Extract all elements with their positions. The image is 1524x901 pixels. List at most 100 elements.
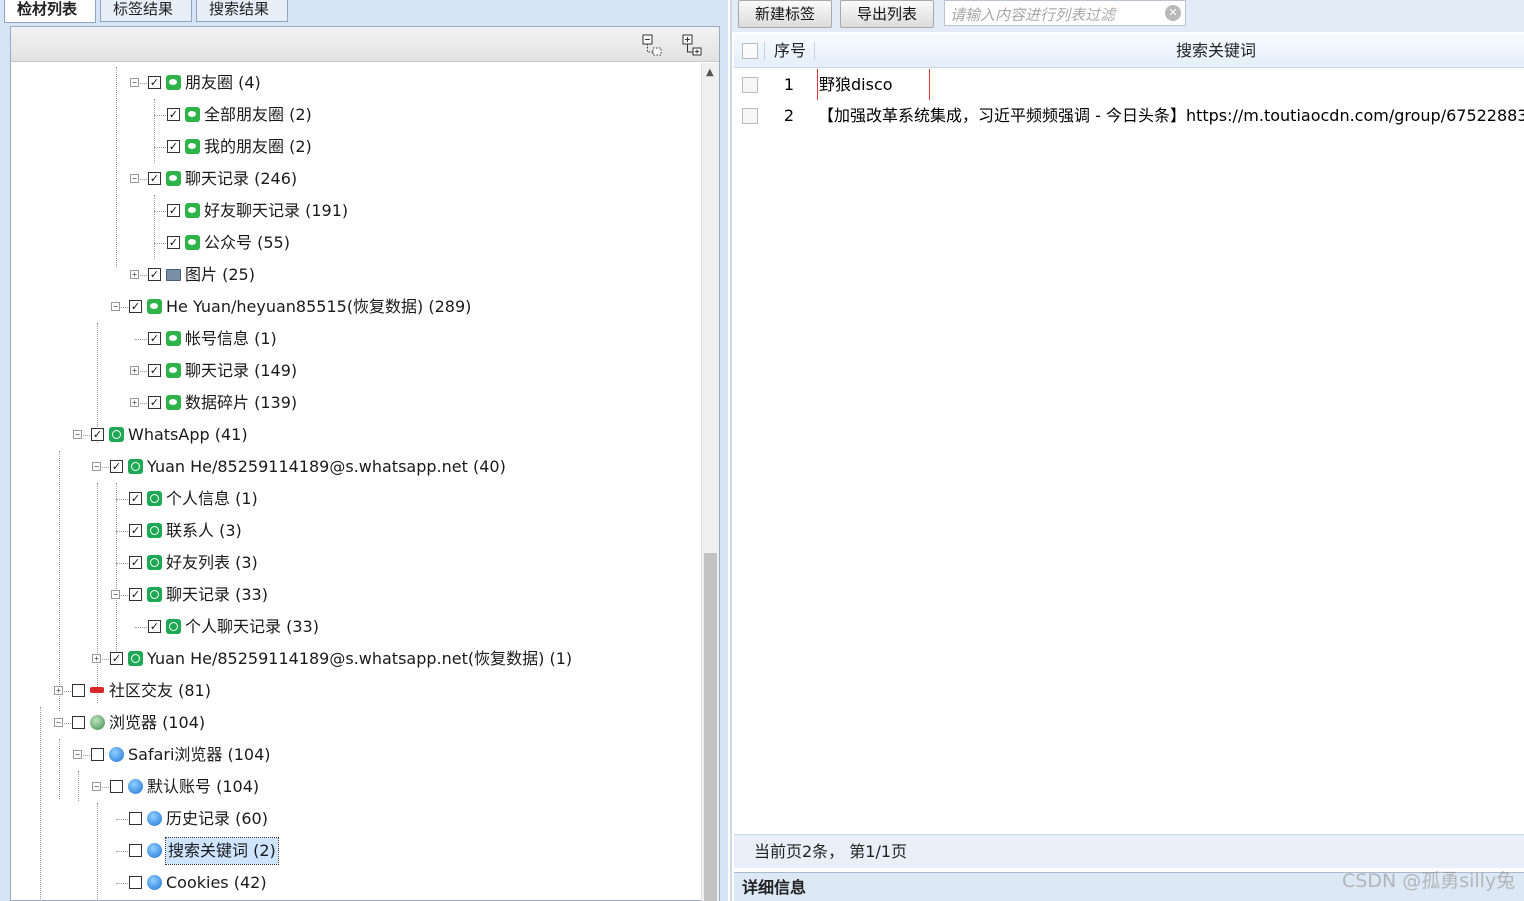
tree-node-label[interactable]: 好友列表 (3) [166,547,258,579]
tree-node[interactable]: ✓ 个人信息 (1) [11,483,691,515]
column-separator[interactable] [814,42,815,60]
collapse-node-icon[interactable]: − [111,590,120,599]
expand-node-icon[interactable]: + [130,366,139,375]
expand-all-icon[interactable] [681,33,703,57]
list-filter-input[interactable]: 请输入内容进行列表过滤 ✕ [944,0,1186,26]
tree-node-checkbox[interactable]: ✓ [148,620,161,633]
tree-node-label[interactable]: Safari浏览器 (104) [128,739,271,771]
tree-node-label[interactable]: 聊天记录 (33) [166,579,268,611]
collapse-node-icon[interactable]: − [73,750,82,759]
tree-node[interactable]: ✓ 我的朋友圈 (2) [11,131,691,163]
tree-node[interactable]: − ✓ WhatsApp (41) [11,419,691,451]
collapse-node-icon[interactable]: − [130,174,139,183]
tree-node-label[interactable]: 个人聊天记录 (33) [185,611,319,643]
row-checkbox[interactable] [742,108,758,124]
tree-node-label[interactable]: 公众号 (55) [204,227,290,259]
tree-node-checkbox[interactable]: ✓ [129,492,142,505]
tree-node[interactable]: + ✓ Yuan He/85259114189@s.whatsapp.net(恢复数… [11,643,691,675]
tree-node-checkbox[interactable]: ✓ [148,76,161,89]
tree-node-checkbox[interactable]: ✓ [148,364,161,377]
expand-node-icon[interactable]: + [130,270,139,279]
tree-node-label[interactable]: 帐号信息 (1) [185,323,277,355]
tree-node-checkbox[interactable]: ✓ [91,428,104,441]
clear-filter-icon[interactable]: ✕ [1165,5,1181,21]
tree-node[interactable]: − ✓ 聊天记录 (246) [11,163,691,195]
tree-node[interactable]: + ✓ 图片 (25) [11,259,691,291]
expand-node-icon[interactable]: + [130,398,139,407]
row-keyword[interactable]: 野狼disco [817,69,930,100]
collapse-node-icon[interactable]: − [73,430,82,439]
tab-tag-results[interactable]: 标签结果 [100,0,192,22]
tree-node-checkbox[interactable] [129,812,142,825]
table-row[interactable]: 1 野狼disco [734,69,1524,100]
tree-node-checkbox[interactable]: ✓ [167,140,180,153]
tree-node-checkbox[interactable] [72,684,85,697]
tab-evidence-list[interactable]: 检材列表 [4,0,96,23]
tree-node-checkbox[interactable]: ✓ [129,524,142,537]
tree-node-checkbox[interactable] [129,876,142,889]
tree-node-checkbox[interactable]: ✓ [110,460,123,473]
tree-node-checkbox[interactable] [72,716,85,729]
tree-node[interactable]: 搜索关键词 (2) [11,835,691,867]
tree-node-label[interactable]: 图片 (25) [185,259,255,291]
tree-node-checkbox[interactable] [91,748,104,761]
tree-node[interactable]: + ✓ 数据碎片 (139) [11,387,691,419]
tab-search-results[interactable]: 搜索结果 [196,0,288,22]
tree-node[interactable]: ✓ 帐号信息 (1) [11,323,691,355]
tree-node[interactable]: + ✓ 聊天记录 (149) [11,355,691,387]
export-list-button[interactable]: 导出列表 [840,0,934,28]
tree-node[interactable]: ✓ 公众号 (55) [11,227,691,259]
tree-node-label[interactable]: 社区交友 (81) [109,675,211,707]
tree-node[interactable]: Cookies (42) [11,867,691,899]
tree-scrollbar[interactable]: ▲ [701,63,719,901]
tree-node-checkbox[interactable]: ✓ [148,268,161,281]
expand-node-icon[interactable]: + [54,686,63,695]
tree-node[interactable]: ✓ 联系人 (3) [11,515,691,547]
tree-node-checkbox[interactable] [129,844,142,857]
tree-node-label[interactable]: 个人信息 (1) [166,483,258,515]
tree-node-label[interactable]: WhatsApp (41) [128,419,248,451]
tree-node[interactable]: ✓ 个人聊天记录 (33) [11,611,691,643]
tree-node[interactable]: ✓ 全部朋友圈 (2) [11,99,691,131]
tree-node-checkbox[interactable] [110,780,123,793]
expand-node-icon[interactable]: + [92,654,101,663]
collapse-node-icon[interactable]: − [92,462,101,471]
tree-node-label[interactable]: Yuan He/85259114189@s.whatsapp.net(恢复数据)… [147,643,572,675]
new-tag-button[interactable]: 新建标签 [738,0,832,28]
tree-node-checkbox[interactable]: ✓ [110,652,123,665]
collapse-node-icon[interactable]: − [130,78,139,87]
tree-node-checkbox[interactable]: ✓ [129,300,142,313]
column-header-index[interactable]: 序号 [774,34,806,68]
scroll-up-arrow-icon[interactable]: ▲ [706,67,714,78]
tree-node[interactable]: ✓ 好友列表 (3) [11,547,691,579]
select-all-checkbox[interactable] [742,43,758,59]
tree-node-label[interactable]: 数据碎片 (139) [185,387,297,419]
row-keyword[interactable]: 【加强改革系统集成，习近平频频强调 - 今日头条】https://m.touti… [818,100,1524,131]
tree-node-label[interactable]: 聊天记录 (149) [185,355,297,387]
tree-node[interactable]: − ✓ 聊天记录 (33) [11,579,691,611]
tree-node-label[interactable]: 历史记录 (60) [166,803,268,835]
tree-node[interactable]: − ✓ Yuan He/85259114189@s.whatsapp.net (40… [11,451,691,483]
tree-node[interactable]: − Safari浏览器 (104) [11,739,691,771]
row-checkbox[interactable] [742,77,758,93]
tree-node-checkbox[interactable]: ✓ [129,588,142,601]
tree-node-label[interactable]: 全部朋友圈 (2) [204,99,312,131]
tree-node[interactable]: − ✓ He Yuan/heyuan85515(恢复数据) (289) [11,291,691,323]
collapse-node-icon[interactable]: − [54,718,63,727]
tree-node-label[interactable]: 我的朋友圈 (2) [204,131,312,163]
tree-node[interactable]: 历史记录 (60) [11,803,691,835]
tree-node-label[interactable]: 好友聊天记录 (191) [204,195,348,227]
tree-node-label[interactable]: 搜索关键词 (2) [165,837,279,865]
tree-node-label[interactable]: 联系人 (3) [166,515,242,547]
table-row[interactable]: 2 【加强改革系统集成，习近平频频强调 - 今日头条】https://m.tout… [734,100,1524,131]
tree-node-checkbox[interactable]: ✓ [167,204,180,217]
tree-node-label[interactable]: He Yuan/heyuan85515(恢复数据) (289) [166,291,471,323]
tree-node-label[interactable]: Yuan He/85259114189@s.whatsapp.net (40) [147,451,506,483]
tree-node-label[interactable]: Cookies (42) [166,867,267,899]
tree-node[interactable]: − 默认账号 (104) [11,771,691,803]
tree-node-checkbox[interactable]: ✓ [148,396,161,409]
tree-node[interactable]: ✓ 好友聊天记录 (191) [11,195,691,227]
tree-node[interactable]: − ✓ 朋友圈 (4) [11,67,691,99]
tree-node-checkbox[interactable]: ✓ [129,556,142,569]
column-header-keyword[interactable]: 搜索关键词 [1176,34,1256,68]
